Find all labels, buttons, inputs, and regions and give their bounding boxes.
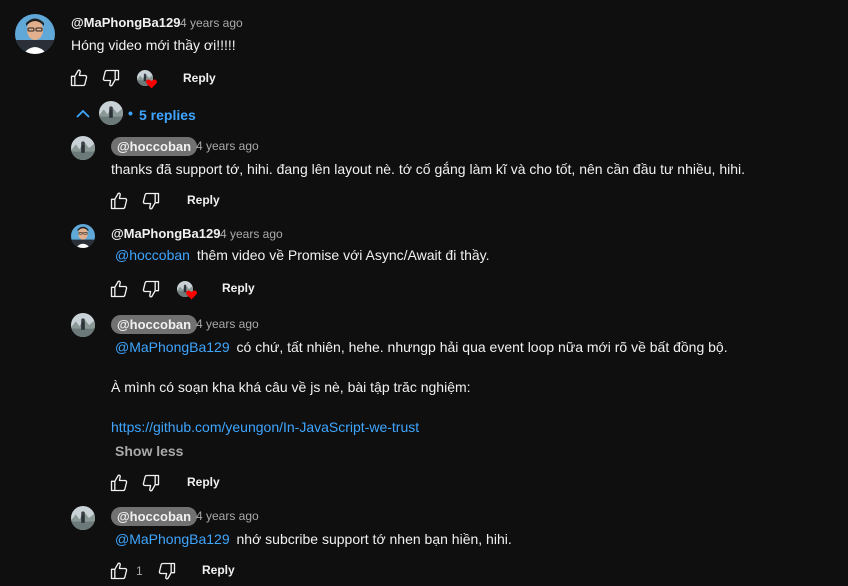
dislike-button[interactable] [141,279,161,299]
reply-time[interactable]: 4 years ago [220,227,283,241]
thumbs-down-icon [141,191,161,211]
replies-count: 5 replies [139,107,196,123]
reply-text: thanks đã support tớ, hihi. đang lên lay… [111,161,746,177]
dislike-button[interactable] [101,68,121,88]
thumbs-up-icon [69,68,89,88]
like-button[interactable] [109,191,129,211]
mention-link[interactable]: @MaPhongBa129 [115,339,230,355]
reply-button[interactable]: Reply [222,281,255,295]
reply-text: có chứ, tất nhiên, hehe. nhưngp hải qua … [236,339,728,355]
thumbs-up-icon [109,191,129,211]
like-button[interactable] [69,68,89,88]
mention-link[interactable]: @MaPhongBa129 [115,531,230,547]
thumbs-down-icon [141,279,161,299]
dislike-button[interactable] [141,191,161,211]
thumbs-up-icon [109,473,129,493]
dislike-button[interactable] [157,561,177,581]
reply-author[interactable]: @hoccoban [111,507,198,526]
reply-text-line: @MaPhongBa129 nhớ subcribe support tớ nh… [115,531,512,547]
reply-button[interactable]: Reply [187,193,220,207]
reply-button[interactable]: Reply [187,475,220,489]
thumbs-up-icon [109,561,129,581]
avatar[interactable] [71,136,95,160]
reply-button[interactable]: Reply [183,71,216,85]
reply-text-line: @hoccoban thêm video về Promise với Asyn… [115,247,490,263]
like-button[interactable] [109,561,129,581]
heart-icon [145,77,158,90]
mention-link[interactable]: @hoccoban [115,247,190,263]
reply-author[interactable]: @hoccoban [111,315,198,334]
creator-heart [177,281,201,301]
comment-text: Hóng video mới thầy ơi!!!!! [71,37,236,53]
thumbs-up-icon [109,279,129,299]
replies-toggle[interactable]: • 5 replies [72,101,212,127]
reply-time[interactable]: 4 years ago [196,139,259,153]
thumbs-down-icon [101,68,121,88]
github-link[interactable]: https://github.com/yeungon/In-JavaScript… [111,419,419,435]
reply-time[interactable]: 4 years ago [196,509,259,523]
like-count: 1 [136,564,143,578]
avatar[interactable] [15,14,55,54]
show-less-button[interactable]: Show less [115,443,183,459]
reply-time[interactable]: 4 years ago [196,317,259,331]
like-button[interactable] [109,279,129,299]
creator-avatar-icon [99,101,123,125]
heart-icon [185,288,198,301]
comment-author[interactable]: @MaPhongBa129 [71,15,180,30]
reply-author[interactable]: @hoccoban [111,137,198,156]
avatar[interactable] [71,313,95,337]
comment-time[interactable]: 4 years ago [180,16,243,30]
like-button[interactable] [109,473,129,493]
thumbs-down-icon [141,473,161,493]
avatar[interactable] [71,506,95,530]
reply-button[interactable]: Reply [202,563,235,577]
reply-text-line: @MaPhongBa129 có chứ, tất nhiên, hehe. n… [115,339,728,355]
avatar[interactable] [71,224,95,248]
reply-author[interactable]: @MaPhongBa129 [111,226,220,241]
chevron-up-icon [76,109,90,118]
reply-text-line-2: À mình có soạn kha khá câu về js nè, bài… [111,379,471,395]
reply-text: thêm video về Promise với Async/Await đi… [196,247,490,263]
thumbs-down-icon [157,561,177,581]
reply-text: nhớ subcribe support tớ nhen bạn hiền, h… [236,531,512,547]
dislike-button[interactable] [141,473,161,493]
creator-heart [137,70,161,90]
